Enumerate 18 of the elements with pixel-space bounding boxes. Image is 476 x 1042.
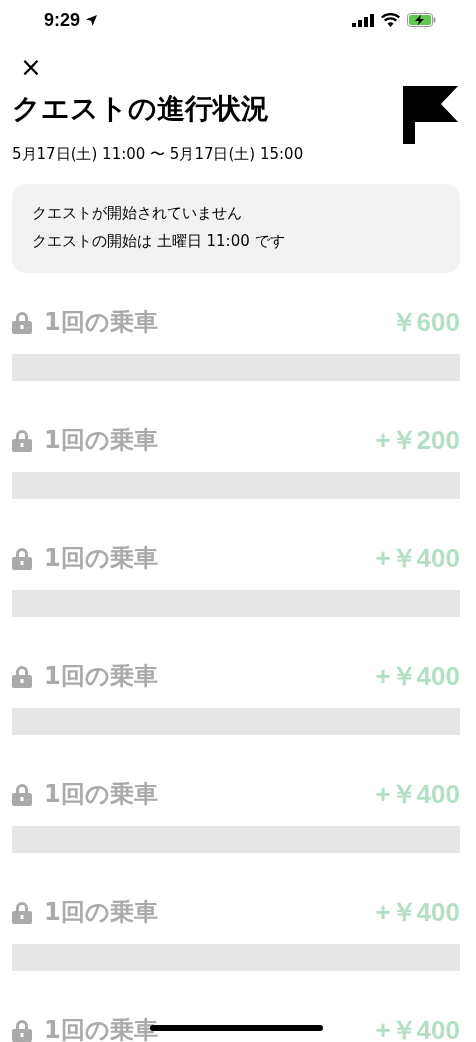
notice-message: クエストの開始は 土曜日 11:00 です: [32, 231, 285, 251]
reward-amount: +￥400: [375, 659, 460, 693]
reward-amount: +￥400: [375, 895, 460, 929]
date-range: 5月17日(土) 11:00 〜 5月17日(土) 15:00: [12, 144, 304, 164]
ride-label: 1回の乗車: [44, 425, 158, 456]
reward-amount: +￥200: [375, 423, 460, 457]
reward-amount: +￥400: [375, 541, 460, 575]
reward-amount: +￥400: [375, 777, 460, 811]
clock-time: 9:29: [44, 9, 81, 31]
ride-label: 1回の乗車: [44, 543, 158, 574]
ride-label: 1回の乗車: [44, 779, 158, 810]
ride-label: 1回の乗車: [44, 897, 158, 928]
page-title: クエストの進行状況: [12, 91, 269, 127]
reward-amount: ￥600: [390, 305, 460, 339]
ride-label: 1回の乗車: [44, 307, 158, 338]
notice-heading: クエストが開始されていません: [32, 203, 242, 223]
reward-amount: +￥400: [375, 1013, 460, 1042]
ride-label: 1回の乗車: [44, 661, 158, 692]
